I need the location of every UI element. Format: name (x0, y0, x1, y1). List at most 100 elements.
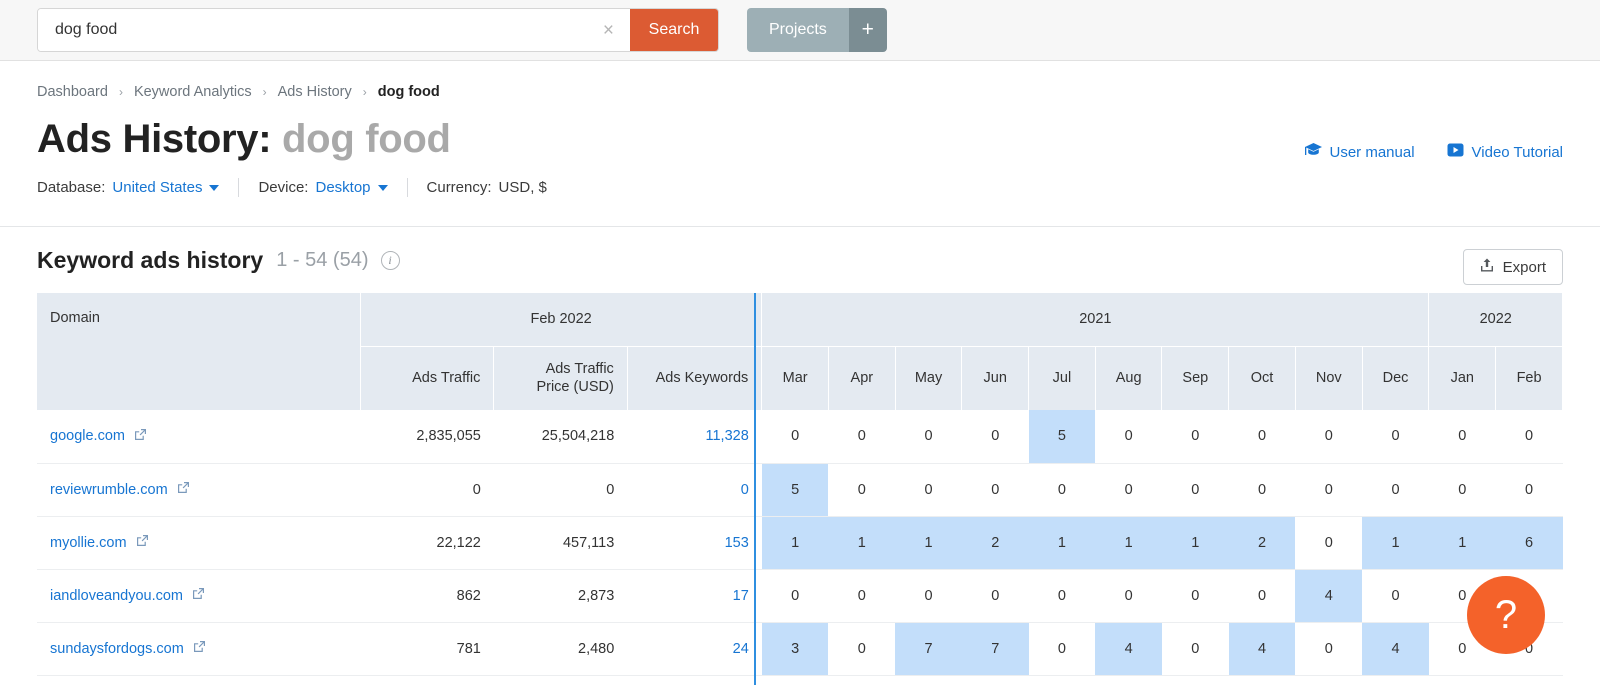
external-link-icon[interactable] (192, 587, 205, 604)
section-result-count: 1 - 54 (54) (276, 248, 369, 271)
column-header-month-apr[interactable]: Apr (828, 345, 896, 410)
column-header-month-jun[interactable]: Jun (961, 345, 1030, 410)
cell-month-oct[interactable]: 2 (1228, 516, 1296, 570)
cell-month-nov: 0 (1295, 410, 1363, 464)
cell-month-oct[interactable]: 4 (1228, 622, 1296, 676)
cell-month-sep[interactable]: 1 (1161, 516, 1229, 570)
domain-link[interactable]: reviewrumble.com (50, 481, 190, 498)
cell-ads-keywords[interactable]: 11,328 (627, 410, 762, 464)
cell-month-jul[interactable]: 1 (1028, 516, 1096, 570)
column-header-month-sep[interactable]: Sep (1161, 345, 1230, 410)
cell-month-mar[interactable]: 1 (761, 516, 829, 570)
breadcrumb-item-ads-history[interactable]: Ads History (278, 84, 352, 100)
cell-month-jul[interactable]: 5 (1028, 410, 1096, 464)
external-link-icon[interactable] (177, 481, 190, 498)
cell-month-dec[interactable]: 4 (1362, 622, 1429, 676)
external-link-icon[interactable] (136, 534, 149, 551)
ads-keywords-link[interactable]: 17 (733, 588, 749, 604)
column-header-month-feb[interactable]: Feb (1495, 345, 1563, 410)
help-fab-button[interactable]: ? (1467, 576, 1545, 654)
database-selector[interactable]: United States (112, 179, 220, 196)
column-header-month-nov[interactable]: Nov (1295, 345, 1363, 410)
cell-ads-keywords[interactable]: 17 (627, 569, 762, 623)
cell-ads-traffic-price: 0 (493, 463, 628, 517)
cell-month-oct: 0 (1228, 569, 1296, 623)
graduation-cap-icon (1304, 143, 1322, 161)
cell-month-apr[interactable]: 1 (828, 516, 896, 570)
cell-month-feb: 0 (1495, 463, 1563, 517)
breadcrumb-item-keyword-analytics[interactable]: Keyword Analytics (134, 84, 252, 100)
meta-divider (406, 178, 408, 197)
ads-keywords-link[interactable]: 0 (741, 482, 749, 498)
cell-month-sep: 0 (1161, 569, 1229, 623)
column-header-month-oct[interactable]: Oct (1228, 345, 1296, 410)
search-input[interactable] (55, 21, 595, 39)
cell-ads-keywords[interactable]: 0 (627, 463, 762, 517)
cell-month-dec: 0 (1362, 410, 1429, 464)
play-video-icon (1447, 143, 1464, 161)
cell-month-apr: 0 (828, 622, 896, 676)
cell-month-jan[interactable]: 1 (1428, 516, 1496, 570)
ads-keywords-link[interactable]: 24 (733, 641, 749, 657)
ads-keywords-link[interactable]: 11,328 (705, 428, 748, 444)
database-value: United States (112, 179, 203, 196)
page-title-keyword: dog food (282, 117, 451, 161)
currency-value: USD, $ (498, 179, 547, 196)
domain-link[interactable]: google.com (50, 428, 147, 445)
column-header-month-dec[interactable]: Dec (1362, 345, 1430, 410)
cell-ads-keywords[interactable]: 153 (627, 516, 762, 570)
breadcrumb-item-dashboard[interactable]: Dashboard (37, 84, 108, 100)
video-tutorial-link[interactable]: Video Tutorial (1447, 143, 1563, 161)
domain-label: myollie.com (50, 534, 127, 551)
domain-link[interactable]: sundaysfordogs.com (50, 640, 206, 657)
cell-month-jul: 0 (1028, 569, 1096, 623)
export-button[interactable]: Export (1462, 249, 1563, 285)
cell-month-mar[interactable]: 3 (761, 622, 829, 676)
domain-label: sundaysfordogs.com (50, 640, 184, 657)
search-button[interactable]: Search (630, 9, 718, 51)
cell-month-mar[interactable]: 5 (761, 463, 829, 517)
column-header-month-mar[interactable]: Mar (761, 345, 829, 410)
cell-month-jun[interactable]: 7 (961, 622, 1029, 676)
column-header-month-aug[interactable]: Aug (1095, 345, 1163, 410)
cell-month-aug[interactable]: 4 (1095, 622, 1162, 676)
cell-ads-traffic: 22,122 (360, 516, 494, 570)
cell-month-nov[interactable]: 4 (1295, 569, 1363, 623)
projects-button[interactable]: Projects (747, 8, 849, 52)
column-header-month-may[interactable]: May (895, 345, 963, 410)
clear-search-icon[interactable]: × (595, 21, 630, 40)
cell-ads-keywords[interactable]: 24 (627, 622, 762, 676)
info-icon[interactable]: i (380, 250, 400, 270)
ads-history-table-container[interactable]: Domain Feb 2022 2021 2022 Ads Traffic Ad… (37, 293, 1563, 685)
cell-month-aug: 0 (1095, 569, 1162, 623)
cell-month-apr: 0 (828, 410, 896, 464)
cell-month-mar: 0 (761, 410, 829, 464)
cell-month-may[interactable]: 7 (895, 622, 962, 676)
group-header-feb-2022: Feb 2022 (360, 293, 763, 346)
column-header-ads-traffic-price[interactable]: Ads Traffic Price (USD) (493, 345, 628, 410)
cell-ads-traffic-price: 2,873 (493, 569, 628, 623)
domain-link[interactable]: iandloveandyou.com (50, 587, 205, 604)
external-link-icon[interactable] (193, 640, 206, 657)
column-header-ads-traffic[interactable]: Ads Traffic (360, 345, 495, 410)
cell-month-feb[interactable]: 6 (1495, 516, 1563, 570)
cell-month-may[interactable]: 1 (895, 516, 962, 570)
cell-month-aug: 0 (1095, 463, 1162, 517)
column-header-domain[interactable]: Domain (37, 293, 361, 410)
cell-month-dec[interactable]: 1 (1362, 516, 1429, 570)
breadcrumb-item-current: dog food (377, 84, 440, 100)
column-header-month-jul[interactable]: Jul (1028, 345, 1096, 410)
add-project-icon[interactable]: + (848, 8, 887, 52)
cell-month-jun[interactable]: 2 (961, 516, 1029, 570)
video-tutorial-label: Video Tutorial (1471, 143, 1563, 161)
device-selector[interactable]: Desktop (315, 179, 388, 196)
cell-month-aug[interactable]: 1 (1095, 516, 1162, 570)
domain-link[interactable]: myollie.com (50, 534, 149, 551)
column-header-month-jan[interactable]: Jan (1428, 345, 1497, 410)
column-header-ads-keywords[interactable]: Ads Keywords (627, 345, 763, 410)
external-link-icon[interactable] (134, 428, 147, 445)
user-manual-link[interactable]: User manual (1304, 143, 1415, 161)
top-search-bar: × Search Projects + (0, 0, 1600, 61)
ads-keywords-link[interactable]: 153 (725, 535, 749, 551)
cell-domain: sundaysfordogs.com (37, 622, 361, 676)
